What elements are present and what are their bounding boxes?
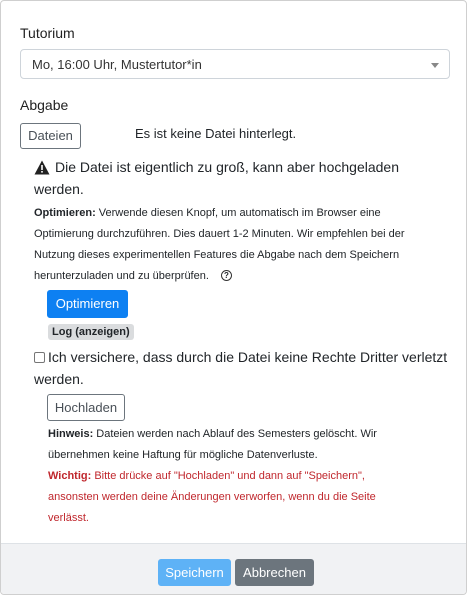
dialog-body: Tutorium Mo, 16:00 Uhr, Mustertutor*in A… <box>1 1 466 546</box>
optimize-info-line-2: Optimierung durchzuführen. Dies dauert 1… <box>34 228 405 240</box>
hint-line-1: Hinweis: Dateien werden nach Ablauf des … <box>48 424 377 445</box>
warning-triangle-icon <box>34 160 50 175</box>
submission-dialog: Tutorium Mo, 16:00 Uhr, Mustertutor*in A… <box>0 0 467 595</box>
tutorium-select[interactable]: Mo, 16:00 Uhr, Mustertutor*in <box>20 49 450 79</box>
abgabe-label: Abgabe <box>20 97 69 113</box>
optimize-info-text-4: herunterzuladen und zu überprüfen. <box>34 270 209 282</box>
files-button[interactable]: Dateien <box>20 123 81 149</box>
question-circle-icon[interactable]: ? <box>220 270 232 281</box>
hint-text-1: Dateien werden nach Ablauf des Semesters… <box>96 428 377 440</box>
optimize-info-text-1: Verwende diesen Knopf, um automatisch im… <box>98 207 381 219</box>
optimize-info-line-1: Optimieren: Verwende diesen Knopf, um au… <box>34 203 381 224</box>
save-button[interactable]: Speichern <box>158 559 231 586</box>
important-line-3: verlässt. <box>48 512 89 524</box>
optimize-info-label: Optimieren: <box>34 207 96 219</box>
tutorium-label: Tutorium <box>20 25 75 41</box>
confirm-line-1: Ich versichere, dass durch die Datei kei… <box>48 349 448 365</box>
optimize-info-line-4: herunterzuladen und zu überprüfen. ? <box>34 266 232 287</box>
confirm-checkbox[interactable] <box>34 352 45 363</box>
warning-line-2: werden. <box>34 181 84 197</box>
tutorium-selected-value: Mo, 16:00 Uhr, Mustertutor*in <box>32 57 202 72</box>
upload-button[interactable]: Hochladen <box>47 394 125 421</box>
dialog-footer <box>1 543 466 594</box>
optimize-button[interactable]: Optimieren <box>47 290 128 318</box>
important-label: Wichtig: <box>48 470 92 482</box>
chevron-down-icon <box>431 63 439 68</box>
no-file-text: Es ist keine Datei hinterlegt. <box>135 126 297 141</box>
warning-line-1: Die Datei ist eigentlich zu groß, kann a… <box>55 159 399 175</box>
important-line-1: Wichtig: Bitte drücke auf "Hochladen" un… <box>48 466 365 487</box>
hint-line-2: übernehmen keine Haftung für mögliche Da… <box>48 449 318 461</box>
optimize-info-line-3: Nutzung dieses experimentellen Features … <box>34 249 400 261</box>
important-line-2: ansonsten werden deine Änderungen verwor… <box>48 491 376 503</box>
log-badge[interactable]: Log (anzeigen) <box>48 324 134 340</box>
cancel-button[interactable]: Abbrechen <box>235 559 314 586</box>
confirm-line-2: werden. <box>34 371 84 387</box>
hint-label: Hinweis: <box>48 428 94 440</box>
important-text-1: Bitte drücke auf "Hochladen" und dann au… <box>94 470 365 482</box>
